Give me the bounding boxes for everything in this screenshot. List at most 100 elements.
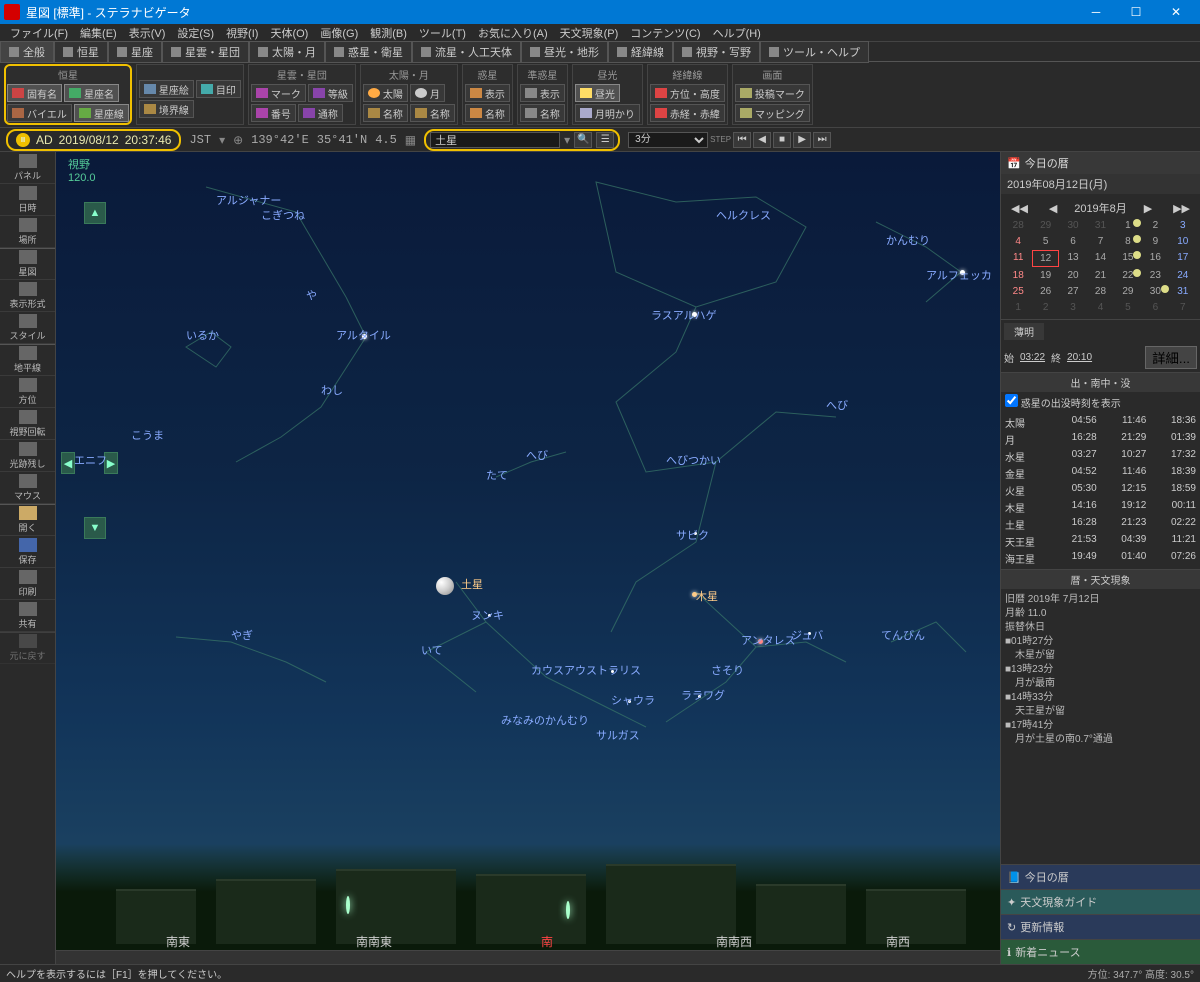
tab-toolhelp[interactable]: ツール・ヘルプ (760, 41, 869, 63)
tool-chart[interactable]: 星図 (0, 248, 55, 280)
maximize-button[interactable]: ☐ (1116, 0, 1156, 24)
btn-neb-mark[interactable]: マーク (251, 84, 306, 102)
btn-boundary[interactable]: 境界線 (139, 100, 194, 118)
btn-sun[interactable]: 太陽 (363, 84, 408, 102)
btn-update-info[interactable]: ↻更新情報 (1001, 914, 1200, 939)
cal-day[interactable]: 3 (1060, 300, 1086, 315)
tab-planets[interactable]: 惑星・衛星 (325, 41, 412, 63)
tool-horizon[interactable]: 地平線 (0, 344, 55, 376)
cal-day[interactable]: 6 (1142, 300, 1168, 315)
cal-day[interactable]: 13 (1060, 250, 1086, 267)
forward-end-button[interactable]: ⏭ (813, 132, 831, 148)
planet-checkbox[interactable] (1005, 394, 1018, 407)
cal-day[interactable]: 2 (1032, 300, 1058, 315)
btn-today-ephem[interactable]: 📘今日の暦 (1001, 864, 1200, 889)
horizontal-scrollbar[interactable] (56, 950, 1000, 964)
cal-day[interactable]: 29 (1032, 218, 1058, 233)
cal-day[interactable]: 3 (1170, 218, 1196, 233)
tool-trail[interactable]: 光跡残し (0, 440, 55, 472)
rewind-button[interactable]: ◀ (753, 132, 771, 148)
menu-view[interactable]: 表示(V) (123, 25, 172, 41)
cal-day[interactable]: 8 (1115, 234, 1141, 249)
calendar-grid[interactable]: 2829303112345678910111213141516171819202… (1005, 218, 1196, 315)
cal-day[interactable]: 18 (1005, 268, 1031, 283)
cal-day[interactable]: 1 (1115, 218, 1141, 233)
cal-day[interactable]: 5 (1032, 234, 1058, 249)
tool-share[interactable]: 共有 (0, 600, 55, 632)
stop-button[interactable]: ■ (773, 132, 791, 148)
cal-day[interactable]: 31 (1087, 218, 1113, 233)
tab-constellations[interactable]: 星座 (108, 41, 162, 63)
tool-open[interactable]: 開く (0, 504, 55, 536)
tool-print[interactable]: 印刷 (0, 568, 55, 600)
tab-stars[interactable]: 恒星 (54, 41, 108, 63)
tab-general[interactable]: 全般 (0, 41, 54, 63)
pan-down-button[interactable]: ▼ (84, 517, 106, 539)
menu-edit[interactable]: 編集(E) (74, 25, 123, 41)
cal-day[interactable]: 22 (1115, 268, 1141, 283)
tool-undo[interactable]: 元に戻す (0, 632, 55, 664)
btn-mapping[interactable]: マッピング (735, 104, 810, 122)
btn-sun-name[interactable]: 名称 (363, 104, 408, 122)
twilight-detail-button[interactable]: 詳細... (1145, 346, 1197, 369)
btn-planet-name[interactable]: 名称 (465, 104, 510, 122)
btn-neb-nick[interactable]: 通称 (298, 104, 343, 122)
menu-help[interactable]: ヘルプ(H) (707, 25, 767, 41)
rewind-start-button[interactable]: ⏮ (733, 132, 751, 148)
tool-datetime[interactable]: 日時 (0, 184, 55, 216)
menu-sight[interactable]: 視野(I) (220, 25, 264, 41)
menu-observe[interactable]: 観測(B) (364, 25, 413, 41)
tool-save[interactable]: 保存 (0, 536, 55, 568)
tab-meteors[interactable]: 流星・人工天体 (412, 41, 521, 63)
btn-moonlight[interactable]: 月明かり (575, 104, 640, 122)
menu-image[interactable]: 画像(G) (314, 25, 364, 41)
btn-moon[interactable]: 月 (410, 84, 445, 102)
btn-news[interactable]: ℹ新着ニュース (1001, 939, 1200, 964)
cal-prev-month[interactable]: ◀ (1045, 202, 1061, 215)
menu-file[interactable]: ファイル(F) (4, 25, 74, 41)
cal-day[interactable]: 2 (1142, 218, 1168, 233)
play-button[interactable]: ▶ (793, 132, 811, 148)
btn-const-pic[interactable]: 星座絵 (139, 80, 194, 98)
tool-mouse[interactable]: マウス (0, 472, 55, 504)
cal-day[interactable]: 14 (1087, 250, 1113, 267)
cal-day[interactable]: 7 (1087, 234, 1113, 249)
cal-day[interactable]: 19 (1032, 268, 1058, 283)
cal-day[interactable]: 15 (1115, 250, 1141, 267)
tool-display[interactable]: 表示形式 (0, 280, 55, 312)
timestep-select[interactable]: 3分 (628, 132, 708, 148)
btn-moon-name[interactable]: 名称 (410, 104, 455, 122)
cal-day[interactable]: 24 (1170, 268, 1196, 283)
search-dropdown-icon[interactable]: ▾ (564, 133, 570, 147)
cal-day[interactable]: 6 (1060, 234, 1086, 249)
cal-next-month[interactable]: ▶ (1140, 202, 1156, 215)
cal-next-year[interactable]: ▶▶ (1169, 202, 1194, 215)
cal-day[interactable]: 30 (1060, 218, 1086, 233)
cal-day[interactable]: 10 (1170, 234, 1196, 249)
minimize-button[interactable]: ─ (1076, 0, 1116, 24)
search-list-button[interactable]: ☰ (596, 132, 614, 148)
mag-icon[interactable]: ▦ (405, 133, 416, 147)
pan-up-button[interactable]: ▲ (84, 202, 106, 224)
cal-day[interactable]: 5 (1115, 300, 1141, 315)
btn-const-line[interactable]: 星座線 (74, 104, 129, 122)
cal-day[interactable]: 21 (1087, 268, 1113, 283)
cal-day[interactable]: 9 (1142, 234, 1168, 249)
planet-checkbox-row[interactable]: 惑星の出没時刻を表示 (1001, 392, 1200, 412)
cal-day[interactable]: 26 (1032, 284, 1058, 299)
cal-day[interactable]: 11 (1005, 250, 1031, 267)
menu-tool[interactable]: ツール(T) (413, 25, 472, 41)
cal-day[interactable]: 28 (1087, 284, 1113, 299)
cal-day[interactable]: 23 (1142, 268, 1168, 283)
cal-day[interactable]: 16 (1142, 250, 1168, 267)
tab-grid[interactable]: 経緯線 (608, 41, 673, 63)
tab-daylight[interactable]: 昼光・地形 (521, 41, 608, 63)
cal-day[interactable]: 31 (1170, 284, 1196, 299)
btn-marker[interactable]: 目印 (196, 80, 241, 98)
tool-azimuth[interactable]: 方位 (0, 376, 55, 408)
cal-day[interactable]: 25 (1005, 284, 1031, 299)
tool-location[interactable]: 場所 (0, 216, 55, 248)
btn-bayer[interactable]: バイエル (7, 104, 72, 122)
tab-nebulae[interactable]: 星雲・星団 (162, 41, 249, 63)
tab-fov[interactable]: 視野・写野 (673, 41, 760, 63)
